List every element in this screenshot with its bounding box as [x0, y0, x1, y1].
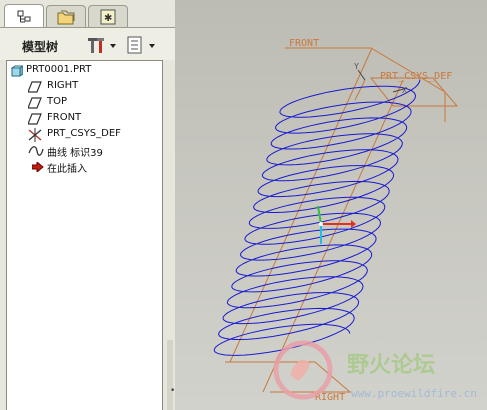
tree-show-button[interactable] [124, 34, 160, 56]
part-icon [11, 65, 23, 77]
tree-show-icon [127, 36, 155, 54]
tree-settings-button[interactable] [86, 34, 120, 56]
watermark-title: 野火论坛 [347, 352, 435, 378]
datum-planes [225, 47, 459, 393]
forum-watermark: 野火论坛 www.proewildfire.cn [273, 340, 477, 400]
tree-header: 模型树 [0, 28, 175, 60]
tree-settings-icon [88, 38, 116, 53]
front-plane-label: FRONT [289, 38, 319, 49]
tree-item-label: FRONT [47, 112, 82, 123]
tree-item-label: PRT_CSYS_DEF [47, 128, 121, 139]
folder-browser-icon [57, 10, 75, 24]
datum-plane-icon [28, 81, 42, 93]
datum-plane-icon [28, 113, 42, 125]
tree-item-label: 曲线 标识39 [47, 148, 103, 159]
navigator-panel: ✱ 模型树 PRT0001.PRT RIGHT TOP FRONT PRT_CS… [0, 0, 175, 410]
model-tree[interactable]: PRT0001.PRT RIGHT TOP FRONT PRT_CSYS_DEF… [6, 60, 163, 410]
favorites-icon: ✱ [100, 9, 116, 24]
tab-model-tree[interactable] [4, 4, 44, 28]
model-tree-title: 模型树 [22, 40, 59, 54]
tab-favorites[interactable]: ✱ [88, 5, 128, 27]
coordinate-system-icon [28, 128, 42, 142]
csys-origin [319, 222, 323, 226]
panel-splitter[interactable] [167, 340, 173, 410]
axis-x-label: X [402, 86, 407, 95]
svg-text:✱: ✱ [104, 13, 112, 24]
model-canvas: FRONT PRT_CSYS_DEF Y X RIGHT 野火论坛 www.pr… [213, 38, 477, 403]
graphics-window[interactable]: FRONT PRT_CSYS_DEF Y X RIGHT 野火论坛 www.pr… [175, 0, 487, 410]
helix-path [213, 79, 421, 356]
tree-item-label: TOP [47, 96, 68, 107]
coordinate-system [317, 205, 356, 244]
axis-y-label: Y [354, 62, 359, 71]
tree-root-label: PRT0001.PRT [26, 64, 92, 75]
curve-icon [28, 146, 44, 156]
watermark-flame [290, 359, 310, 381]
watermark-url: www.proewildfire.cn [351, 387, 477, 400]
datum-edge-line [229, 47, 373, 363]
insert-here-arrow-icon [32, 162, 44, 172]
csys-label: PRT_CSYS_DEF [380, 71, 452, 82]
tree-item-label: 在此插入 [47, 164, 87, 175]
model-tree-icon [17, 10, 31, 22]
tree-item-label: RIGHT [47, 80, 79, 91]
datum-plane-icon [28, 97, 42, 109]
helix-curve [213, 79, 421, 356]
tab-folder-browser[interactable] [46, 5, 86, 27]
